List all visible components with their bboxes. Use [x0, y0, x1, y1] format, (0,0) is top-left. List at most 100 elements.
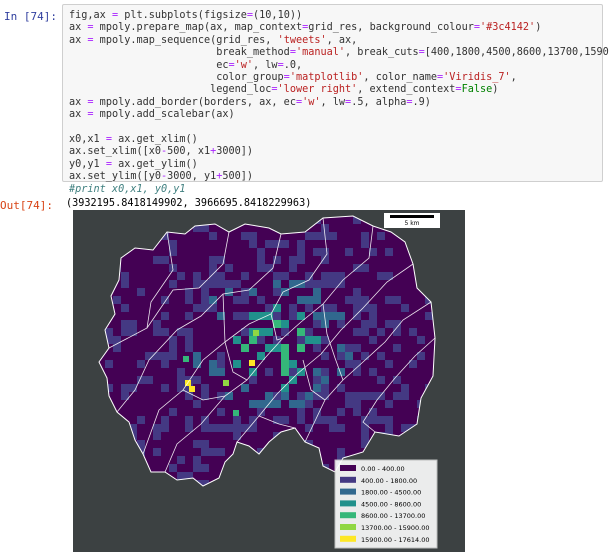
input-prompt: In [74]: — [4, 10, 57, 23]
map-cell — [281, 384, 289, 392]
map-cell — [353, 344, 361, 352]
code-token: y0,y1 — [69, 158, 106, 170]
code-token: ax — [69, 34, 88, 46]
map-cell — [345, 392, 353, 400]
map-cell — [377, 272, 385, 280]
map-cell — [385, 248, 393, 256]
map-cell — [225, 424, 233, 432]
map-cell — [177, 376, 185, 384]
code-token: break_method — [69, 47, 290, 59]
map-cell — [313, 248, 321, 256]
map-cell-hotspot — [253, 330, 259, 336]
code-token: ax.get_ylim() — [111, 158, 198, 170]
map-cell — [281, 360, 289, 368]
map-cell — [177, 368, 185, 376]
code-editor[interactable]: fig,ax = plt.subplots(figsize=(10,10)) a… — [63, 5, 609, 201]
map-cell — [337, 448, 345, 456]
code-token: ax — [69, 109, 88, 121]
map-cell — [129, 320, 137, 328]
legend-label: 8600.00 - 13700.00 — [361, 512, 425, 520]
map-cell — [321, 392, 329, 400]
map-cell — [217, 448, 225, 456]
map-cell — [353, 288, 361, 296]
map-cell — [321, 368, 329, 376]
map-cell — [353, 328, 361, 336]
map-cell — [369, 320, 377, 328]
map-cell — [225, 264, 233, 272]
map-cell — [401, 304, 409, 312]
map-cell — [273, 288, 281, 296]
legend-label: 13700.00 - 15900.00 — [361, 524, 430, 532]
map-cell — [201, 280, 209, 288]
map-cell — [345, 296, 353, 304]
map-cell — [209, 448, 217, 456]
code-token: , lw — [320, 96, 346, 108]
map-cell — [305, 304, 313, 312]
map-cell — [297, 240, 305, 248]
map-cell — [329, 232, 337, 240]
map-cell — [193, 456, 201, 464]
code-token: mpoly.add_scalebar(ax) — [93, 109, 235, 121]
code-line: legend_loc='lower right', extend_context… — [69, 84, 498, 95]
map-cell — [137, 288, 145, 296]
code-token: mpoly.map_sequence(grid_res, — [93, 34, 278, 46]
scalebar: 5 km — [384, 213, 440, 228]
map-cell — [193, 360, 201, 368]
map-cell — [153, 448, 161, 456]
map-cell — [257, 248, 265, 256]
map-cell — [353, 312, 361, 320]
code-token: 'Viridis_7' — [443, 72, 511, 84]
map-cell — [217, 368, 225, 376]
map-cell — [193, 304, 201, 312]
map-cell — [201, 296, 209, 304]
map-cell-hotspot — [183, 356, 189, 362]
map-cell — [361, 424, 369, 432]
code-token: 'w' — [302, 96, 321, 108]
map-cell — [329, 272, 337, 280]
map-cell — [345, 344, 353, 352]
map-cell — [417, 336, 425, 344]
legend-swatch — [340, 465, 356, 471]
code-line: fig,ax = plt.subplots(figsize=(10,10)) — [69, 10, 302, 21]
map-cell — [201, 464, 209, 472]
map-cell — [121, 328, 129, 336]
map-cell — [265, 392, 273, 400]
map-cell — [121, 272, 129, 280]
map-cell — [385, 400, 393, 408]
map-cell — [385, 296, 393, 304]
map-cell — [361, 432, 369, 440]
map-cell — [377, 352, 385, 360]
code-cell[interactable]: fig,ax = plt.subplots(figsize=(10,10)) a… — [62, 4, 609, 195]
map-cell — [329, 424, 337, 432]
code-token: , extend_context — [357, 84, 456, 96]
map-cell — [369, 336, 377, 344]
map-cell — [217, 360, 225, 368]
map-cell — [337, 352, 345, 360]
map-cell — [321, 384, 329, 392]
map-cell — [273, 280, 281, 288]
code-line: ax = mpoly.prepare_map(ax, map_context=g… — [69, 22, 541, 33]
map-cell — [161, 424, 169, 432]
legend-label: 4500.00 - 8600.00 — [361, 500, 421, 508]
map-cell — [265, 304, 273, 312]
code-line: break_method='manual', break_cuts=[400,1… — [69, 47, 609, 58]
map-cell — [265, 328, 273, 336]
code-token: ) — [492, 84, 499, 96]
map-cell — [201, 288, 209, 296]
code-token: #print x0,x1, y0,y1 — [69, 183, 186, 195]
map-cell — [161, 352, 169, 360]
legend-label: 400.00 - 1800.00 — [361, 477, 417, 485]
map-cell — [169, 408, 177, 416]
map-cell — [297, 296, 305, 304]
map-legend: 0.00 - 400.00 400.00 - 1800.00 1800.00 - 4… — [334, 459, 438, 549]
code-token: .9) — [412, 96, 431, 108]
map-cell — [385, 424, 393, 432]
map-cell — [289, 400, 297, 408]
code-token: 3000, y1 — [167, 171, 217, 183]
map-cell — [401, 392, 409, 400]
map-cell-hotspot — [223, 380, 229, 386]
map-cell-hotspot — [249, 360, 255, 366]
map-cell — [273, 392, 281, 400]
output-prompt: Out[74]: — [0, 199, 53, 212]
map-cell — [313, 344, 321, 352]
